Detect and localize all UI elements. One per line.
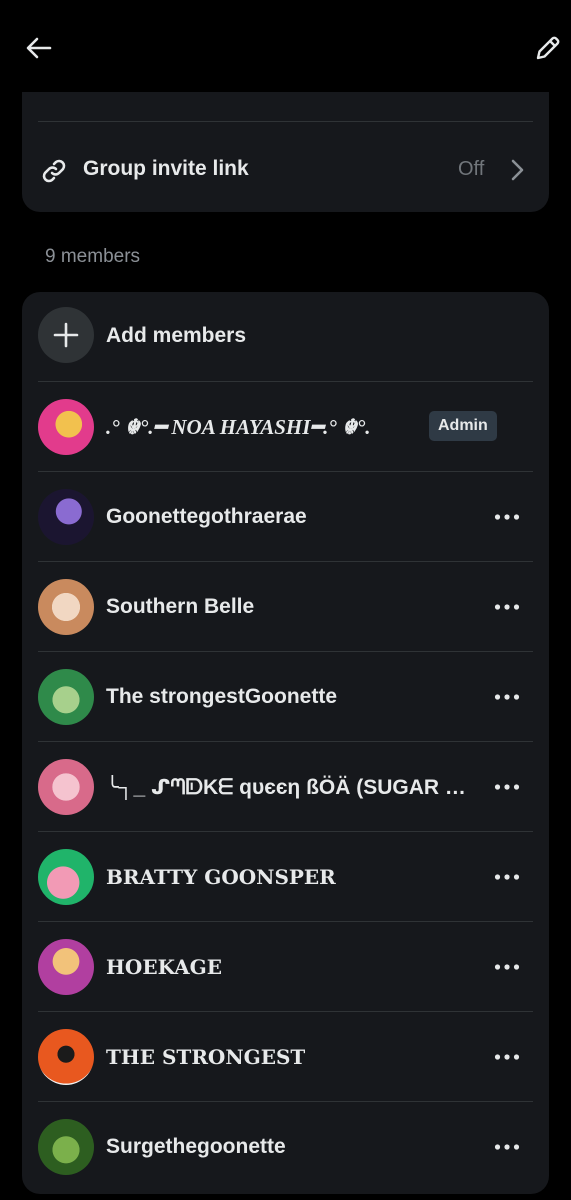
more-dots-icon [494, 784, 520, 790]
member-row[interactable]: THE STRONGEST [22, 1012, 549, 1102]
back-button[interactable] [19, 28, 59, 68]
member-name: The strongestGoonette [106, 685, 338, 708]
avatar [38, 759, 94, 815]
add-members-label: Add members [106, 324, 247, 347]
more-dots-icon [494, 1144, 520, 1150]
more-dots-icon [494, 874, 520, 880]
avatar [38, 579, 94, 635]
member-row[interactable]: BRATTY GOONSPER [22, 832, 549, 922]
avatar [38, 939, 94, 995]
member-row[interactable]: Surgethegoonette [22, 1102, 549, 1192]
more-options-button[interactable] [492, 1135, 522, 1159]
group-invite-link-status: Off [458, 158, 485, 180]
add-members-button[interactable] [38, 307, 94, 363]
more-options-button[interactable] [492, 685, 522, 709]
more-options-button[interactable] [492, 775, 522, 799]
member-name: THE STRONGEST [106, 1045, 306, 1069]
member-row[interactable]: Goonettegothraerae [22, 472, 549, 562]
pencil-icon [536, 36, 560, 60]
members-card: Add members .° ☬°.━ NOA HAYASHI━.° ☬°. A… [22, 292, 549, 1194]
member-name: HOEKAGE [106, 955, 222, 979]
member-row[interactable]: .° ☬°.━ NOA HAYASHI━.° ☬°. Admin [22, 382, 549, 472]
avatar [38, 849, 94, 905]
more-options-button[interactable] [492, 955, 522, 979]
avatar [38, 1029, 94, 1085]
more-options-button[interactable] [492, 505, 522, 529]
plus-icon [53, 322, 79, 348]
arrow-left-icon [26, 37, 52, 59]
member-name: Southern Belle [106, 595, 255, 618]
more-options-button[interactable] [492, 595, 522, 619]
avatar [38, 669, 94, 725]
avatar [38, 399, 94, 455]
member-row[interactable]: Southern Belle [22, 562, 549, 652]
member-name: Goonettegothraerae [106, 505, 307, 528]
member-row[interactable]: ╰┐_ ᔑᘉᗟKᗴ qυєєη ßÖÄ (SUGAR ɱ… [22, 742, 549, 832]
more-options-button[interactable] [492, 865, 522, 889]
member-name: .° ☬°.━ NOA HAYASHI━.° ☬°. [106, 415, 371, 439]
avatar [38, 1119, 94, 1175]
member-name: ╰┐_ ᔑᘉᗟKᗴ qυєєη ßÖÄ (SUGAR ɱ… [106, 776, 480, 799]
more-dots-icon [494, 514, 520, 520]
more-dots-icon [494, 604, 520, 610]
add-members-row[interactable]: Add members [22, 292, 549, 382]
group-invite-link-row[interactable]: Group invite link Off [22, 144, 549, 194]
chevron-right-icon [511, 159, 524, 181]
member-row[interactable]: HOEKAGE [22, 922, 549, 1012]
edit-button[interactable] [528, 28, 568, 68]
member-name: Surgethegoonette [106, 1135, 286, 1158]
admin-badge: Admin [429, 411, 497, 441]
member-row[interactable]: The strongestGoonette [22, 652, 549, 742]
link-icon [42, 159, 66, 183]
more-dots-icon [494, 694, 520, 700]
member-name: BRATTY GOONSPER [106, 865, 336, 889]
more-options-button[interactable] [492, 1045, 522, 1069]
members-count: 9 members [45, 246, 141, 267]
divider [38, 121, 533, 122]
more-dots-icon [494, 964, 520, 970]
group-settings-card: Group invite link Off [22, 92, 549, 212]
top-bar [0, 0, 571, 92]
more-dots-icon [494, 1054, 520, 1060]
group-invite-link-label: Group invite link [83, 157, 249, 180]
avatar [38, 489, 94, 545]
